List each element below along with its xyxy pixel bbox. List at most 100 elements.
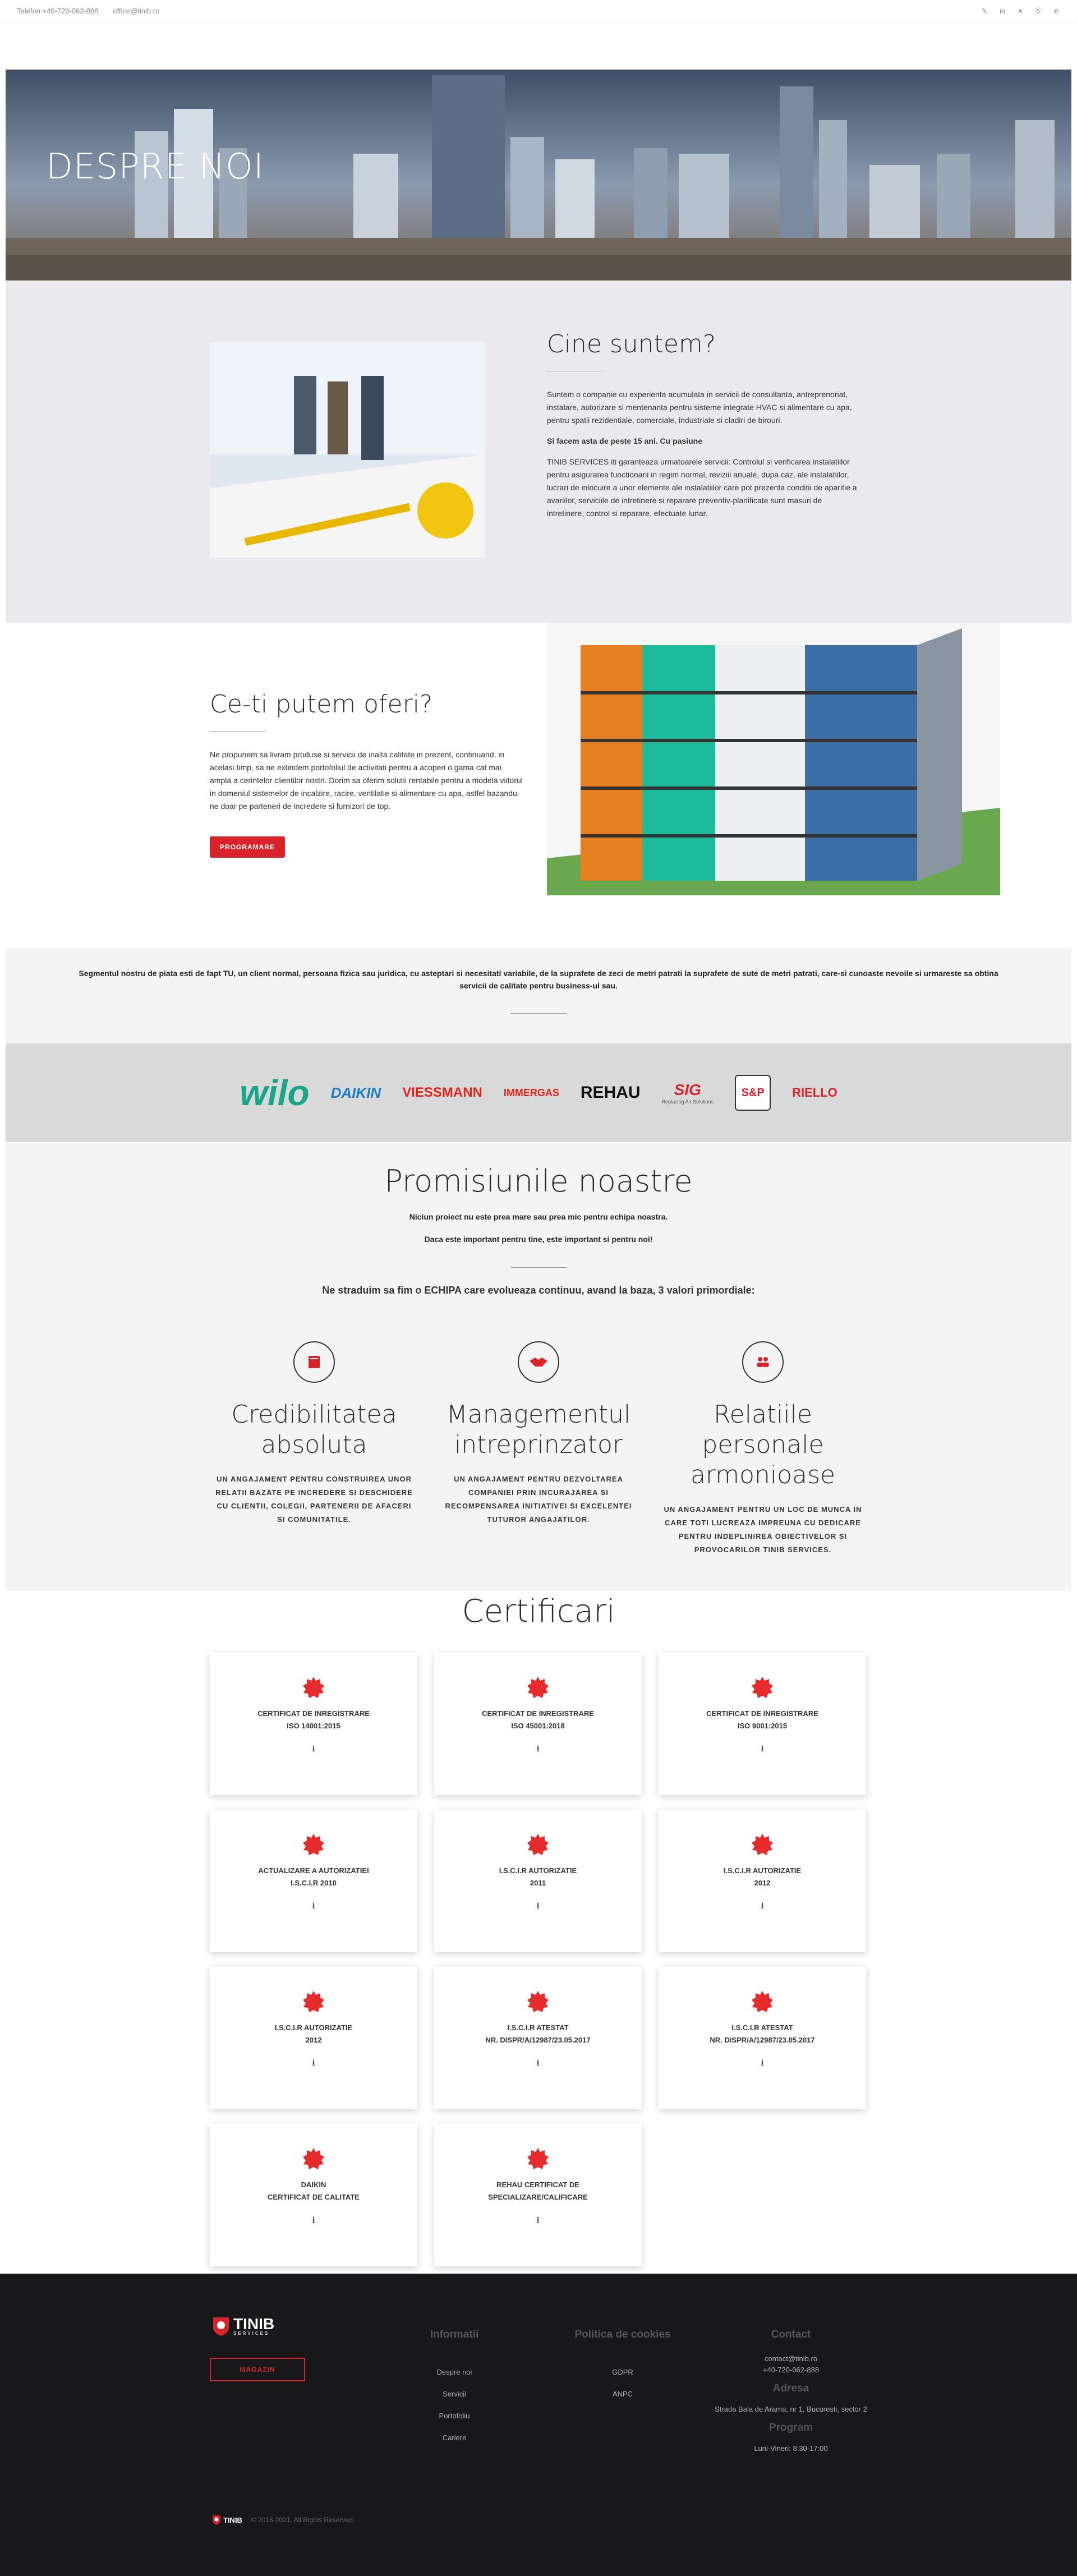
immergas-logo: IMMERGAS (503, 1087, 559, 1098)
cert-title: CERTIFICAT DE INREGISTRARE ISO 14001:201… (257, 1709, 370, 1730)
download-icon[interactable]: ⭳ (312, 2057, 315, 2072)
footer-link-careers[interactable]: Cariere (398, 2434, 510, 2442)
riello-logo: RIELLO (792, 1085, 837, 1100)
footer-bottom: TINIB © 2016-2021. All Rights Reserved. (212, 2515, 355, 2525)
cert-card: CERTIFICAT DE INREGISTRARE ISO 14001:201… (210, 1653, 417, 1795)
promises-title: Promisiunile noastre (384, 1163, 693, 1199)
people-icon (742, 1341, 784, 1383)
cert-card: I.S.C.I.R AUTORIZATIE 2012 ⭳ (210, 1967, 417, 2109)
value-text: UN ANGAJAMENT PENTRU CONSTRUIREA UNOR RE… (215, 1475, 413, 1524)
cert-card: I.S.C.I.R ATESTAT NR. DISPR/A/12987/23.0… (659, 1967, 866, 2109)
download-icon[interactable]: ⭳ (761, 1899, 764, 1915)
footer-link-gdpr[interactable]: GDPR (555, 2368, 690, 2376)
footer-brand: TINIB (233, 2315, 275, 2333)
email-link[interactable]: office@tinib.ro (113, 7, 159, 15)
download-icon[interactable]: ⭳ (312, 1742, 315, 1758)
header-spacer (0, 22, 1077, 70)
footer-column-title: Politica de cookies (574, 2329, 671, 2340)
shop-button[interactable]: MAGAZIN (210, 2358, 305, 2381)
cert-title: I.S.C.I.R ATESTAT NR. DISPR/A/12987/23.0… (485, 2023, 591, 2044)
footer-logo[interactable]: TINIB SERVICES (212, 2316, 274, 2336)
cert-card: I.S.C.I.R AUTORIZATIE 2012 ⭳ (659, 1810, 866, 1952)
social-links: 𝕏 in ✕ Ⓢ ℗ (981, 7, 1060, 15)
footer-cookies-column: Politica de cookies GDPR ANPC (555, 2329, 690, 2412)
footer-schedule-title: Program (768, 2422, 813, 2434)
seal-icon (752, 1991, 773, 2012)
download-icon[interactable]: ⭳ (312, 1899, 315, 1915)
cert-card: I.S.C.I.R AUTORIZATIE 2011 ⭳ (434, 1810, 642, 1952)
footer-link-portfolio[interactable]: Portofoliu (398, 2412, 510, 2420)
seal-icon (303, 1991, 324, 2012)
footer-column-title: Contact (771, 2329, 811, 2340)
download-icon[interactable]: ⭳ (536, 2057, 540, 2072)
promises-sub-2: Daca este important pentru tine, este im… (424, 1235, 653, 1244)
download-icon[interactable]: ⭳ (761, 1742, 764, 1758)
footer-link-services[interactable]: Servicii (398, 2390, 510, 2398)
download-icon[interactable]: ⭳ (761, 2057, 764, 2072)
who-title: Cine suntem? (547, 330, 716, 358)
footer-address: Strada Bala de Arama, nr 1, Bucuresti, s… (715, 2405, 867, 2413)
wilo-logo: wilo (240, 1073, 310, 1113)
cert-card: DAIKIN CERTIFICAT DE CALITATE ⭳ (210, 2124, 417, 2266)
pinterest-icon[interactable]: ℗ (1052, 7, 1060, 15)
cert-card: CERTIFICAT DE INREGISTRARE ISO 45001:201… (434, 1653, 642, 1795)
certifications-title: Certificari (462, 1593, 615, 1630)
footer-link-anpc[interactable]: ANPC (555, 2390, 690, 2398)
seal-icon (527, 1834, 549, 1855)
cert-title: I.S.C.I.R AUTORIZATIE 2012 (274, 2023, 353, 2044)
value-title: Credibilitatea absoluta (231, 1400, 397, 1459)
seal-icon (303, 1834, 324, 1855)
download-icon[interactable]: ⭳ (536, 1899, 540, 1915)
seal-icon (527, 2148, 549, 2169)
certifications-section: Certificari CERTIFICAT DE INREGISTRARE I… (0, 1591, 1077, 2274)
footer: TINIB SERVICES MAGAZIN Informatii Despre… (0, 2274, 1077, 2576)
promises-sub-1: Niciun proiect nu este prea mare sau pre… (409, 1212, 668, 1221)
seal-icon (527, 1991, 549, 2012)
linkedin-icon[interactable]: in (998, 7, 1006, 15)
certifications-grid: CERTIFICAT DE INREGISTRARE ISO 14001:201… (210, 1653, 867, 2266)
cert-title: DAIKIN CERTIFICAT DE CALITATE (268, 2181, 360, 2201)
footer-info-column: Informatii Despre noi Servicii Portofoli… (398, 2329, 510, 2455)
download-icon[interactable]: ⭳ (536, 1742, 540, 1758)
footer-mini-brand: TINIB (223, 2515, 242, 2524)
seal-icon (527, 1677, 549, 1698)
offer-text: Ce-ti putem oferi? Ne propunem sa livram… (210, 690, 524, 858)
cert-title: CERTIFICAT DE INREGISTRARE ISO 45001:201… (482, 1709, 594, 1730)
twitter-icon[interactable]: 𝕏 (981, 7, 988, 15)
footer-link-about[interactable]: Despre noi (398, 2368, 510, 2376)
cert-title: I.S.C.I.R AUTORIZATIE 2011 (499, 1866, 577, 1887)
sig-logo: SIG Replacing Air Solutions (662, 1081, 714, 1105)
xing-icon[interactable]: ✕ (1016, 7, 1024, 15)
partners-strip: wilo DAIKIN VIESSMANN IMMERGAS REHAU SIG… (6, 1043, 1071, 1142)
phone-link[interactable]: Telefon:+40-720-062-888 (17, 7, 99, 15)
market-segment-section: Segmentul nostru de piata esti de fapt T… (6, 948, 1071, 1043)
cert-card: REHAU CERTIFICAT DE SPECIALIZARE/CALIFIC… (434, 2124, 642, 2266)
cert-title: I.S.C.I.R AUTORIZATIE 2012 (723, 1866, 802, 1887)
promises-section: Promisiunile noastre Niciun proiect nu e… (6, 1142, 1071, 1591)
daikin-logo: DAIKIN (330, 1084, 381, 1101)
skype-icon[interactable]: Ⓢ (1034, 7, 1042, 15)
copyright: © 2016-2021. All Rights Reserved. (251, 2516, 355, 2524)
cert-title: ACTUALIZARE A AUTORIZATIEI I.S.C.I.R 201… (258, 1866, 369, 1887)
book-icon (293, 1341, 335, 1383)
download-icon[interactable]: ⭳ (536, 2214, 540, 2229)
segment-text: Segmentul nostru de piata esti de fapt T… (79, 969, 998, 990)
value-title: Relatiile personale armonioase (690, 1400, 836, 1489)
seal-icon (303, 1677, 324, 1698)
who-paragraph-3: TINIB SERVICES iti garanteaza urmatoarel… (547, 457, 857, 518)
cert-card: I.S.C.I.R ATESTAT NR. DISPR/A/12987/23.0… (434, 1967, 642, 2109)
team-meeting-photo (210, 342, 485, 558)
top-bar: Telefon:+40-720-062-888 office@tinib.ro … (0, 0, 1077, 22)
lion-shield-icon (213, 2317, 229, 2336)
value-card: Credibilitatea absoluta UN ANGAJAMENT PE… (202, 1341, 426, 1557)
footer-phone[interactable]: +40-720-062-888 (712, 2365, 869, 2376)
schedule-button[interactable]: PROGRAMARE (210, 836, 286, 858)
offer-title: Ce-ti putem oferi? (210, 690, 433, 719)
footer-email[interactable]: contact@tinib.ro (712, 2353, 869, 2365)
offer-section: Ce-ti putem oferi? Ne propunem sa livram… (6, 623, 1071, 948)
footer-address-title: Adresa (772, 2382, 809, 2394)
divider (210, 731, 266, 732)
download-icon[interactable]: ⭳ (312, 2214, 315, 2229)
top-contacts: Telefon:+40-720-062-888 office@tinib.ro (17, 7, 172, 15)
values-row: Credibilitatea absoluta UN ANGAJAMENT PE… (6, 1341, 1071, 1557)
